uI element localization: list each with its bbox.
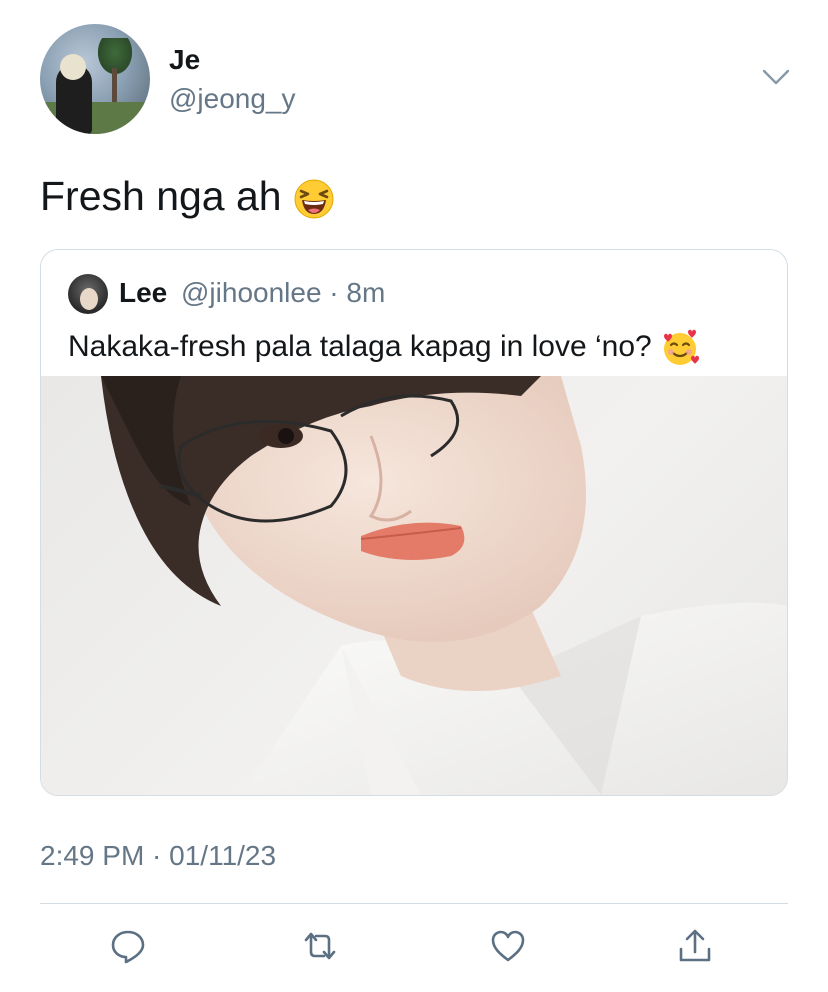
quoted-author-avatar[interactable] bbox=[68, 274, 108, 314]
portrait-photo bbox=[101, 376, 787, 795]
quoted-tweet-photo[interactable] bbox=[41, 376, 787, 795]
quoted-author-display-name[interactable]: Lee bbox=[119, 277, 167, 309]
speech-bubble-icon bbox=[111, 930, 145, 964]
quoted-tweet-card[interactable]: Lee @jihoonlee · 8m Nakaka-fresh pala ta… bbox=[40, 249, 788, 796]
laughing-face-emoji-icon bbox=[294, 179, 334, 219]
tweet-text: Fresh nga ah bbox=[40, 170, 335, 222]
quoted-avatar-face bbox=[80, 288, 98, 310]
heart-icon bbox=[491, 930, 525, 962]
chevron-down-icon[interactable] bbox=[762, 68, 790, 86]
quoted-tweet-text: Nakaka-fresh pala talaga kapag in love ‘… bbox=[68, 328, 700, 368]
tweet-text-content: Fresh nga ah bbox=[40, 173, 282, 219]
avatar-background-trunk bbox=[112, 68, 117, 102]
avatar-person-head bbox=[60, 54, 86, 80]
quoted-author-handle-time[interactable]: @jihoonlee · 8m bbox=[181, 277, 385, 309]
smiling-face-with-hearts-emoji-icon bbox=[664, 329, 700, 365]
quoted-tweet-text-content: Nakaka-fresh pala talaga kapag in love ‘… bbox=[68, 329, 652, 363]
like-button[interactable] bbox=[490, 928, 526, 964]
share-button[interactable] bbox=[677, 928, 713, 964]
tweet-timestamp[interactable]: 2:49 PM · 01/11/23 bbox=[40, 840, 276, 872]
author-handle[interactable]: @jeong_y bbox=[169, 83, 296, 115]
reply-button[interactable] bbox=[110, 928, 146, 964]
retweet-arrows-icon bbox=[304, 932, 336, 960]
author-avatar[interactable] bbox=[40, 24, 150, 134]
divider bbox=[40, 903, 788, 904]
share-upload-icon bbox=[679, 929, 711, 962]
retweet-button[interactable] bbox=[302, 928, 338, 964]
author-display-name[interactable]: Je bbox=[169, 44, 200, 76]
